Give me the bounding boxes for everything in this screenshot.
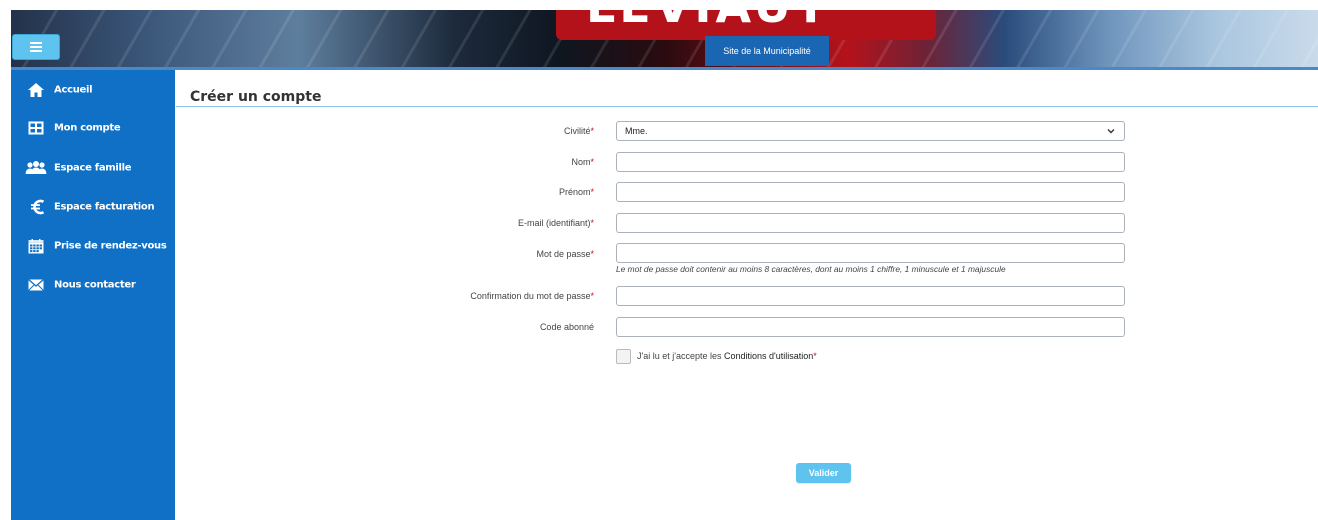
terms-row: J'ai lu et j'accepte les Conditions d'ut… xyxy=(616,347,817,365)
email-input[interactable] xyxy=(616,213,1125,233)
calendar-icon xyxy=(27,237,45,255)
sidebar-nav: Accueil Mon compte Espace famille Espace… xyxy=(11,70,175,520)
menu-toggle-button[interactable] xyxy=(12,34,60,60)
submit-button[interactable]: Valider xyxy=(796,463,851,483)
prenom-input[interactable] xyxy=(616,182,1125,202)
sidebar-item-label: Mon compte xyxy=(54,122,121,134)
sidebar-item-accueil[interactable]: Accueil xyxy=(11,76,175,104)
euro-icon xyxy=(29,198,47,216)
password-input[interactable] xyxy=(616,243,1125,263)
header-banner: LEVIAUT Site de la Municipalité xyxy=(11,10,1318,70)
nom-label: Nom* xyxy=(571,157,594,167)
municipality-site-link[interactable]: Site de la Municipalité xyxy=(705,36,829,66)
sidebar-item-label: Nous contacter xyxy=(54,279,136,291)
page-title: Créer un compte xyxy=(190,89,322,105)
family-icon xyxy=(25,159,47,177)
terms-text: J'ai lu et j'accepte les Conditions d'ut… xyxy=(637,351,817,361)
prenom-label: Prénom* xyxy=(558,187,594,197)
password-confirm-input[interactable] xyxy=(616,286,1125,306)
sidebar-item-espace-famille[interactable]: Espace famille xyxy=(11,154,175,182)
envelope-icon xyxy=(27,276,45,294)
sidebar-item-label: Accueil xyxy=(54,84,93,96)
code-abonne-label: Code abonné xyxy=(539,322,594,332)
terms-checkbox[interactable] xyxy=(616,348,631,364)
chevron-down-icon xyxy=(1107,129,1115,134)
civilite-select[interactable]: Mme. xyxy=(616,121,1125,141)
password-label: Mot de passe* xyxy=(536,249,594,259)
home-icon xyxy=(27,81,45,99)
terms-link[interactable]: Conditions d'utilisation xyxy=(724,351,813,361)
sidebar-item-prise-de-rendez-vous[interactable]: Prise de rendez-vous xyxy=(11,232,175,260)
hamburger-icon xyxy=(30,42,42,52)
email-label: E-mail (identifiant)* xyxy=(517,218,594,228)
sidebar-item-label: Espace famille xyxy=(54,162,132,174)
sidebar-item-mon-compte[interactable]: Mon compte xyxy=(11,114,175,142)
civilite-label: Civilité* xyxy=(563,126,594,136)
title-divider xyxy=(176,106,1318,107)
municipality-logo: LEVIAUT xyxy=(586,10,830,29)
sidebar-item-label: Prise de rendez-vous xyxy=(54,240,167,252)
sidebar-item-nous-contacter[interactable]: Nous contacter xyxy=(11,271,175,299)
password-hint: Le mot de passe doit contenir au moins 8… xyxy=(616,264,1006,274)
grid-icon xyxy=(27,119,45,137)
sidebar-item-espace-facturation[interactable]: Espace facturation xyxy=(11,193,175,221)
code-abonne-input[interactable] xyxy=(616,317,1125,337)
sidebar-item-label: Espace facturation xyxy=(54,201,155,213)
civilite-selected-value: Mme. xyxy=(625,126,648,136)
password-confirm-label: Confirmation du mot de passe* xyxy=(470,291,594,301)
nom-input[interactable] xyxy=(616,152,1125,172)
